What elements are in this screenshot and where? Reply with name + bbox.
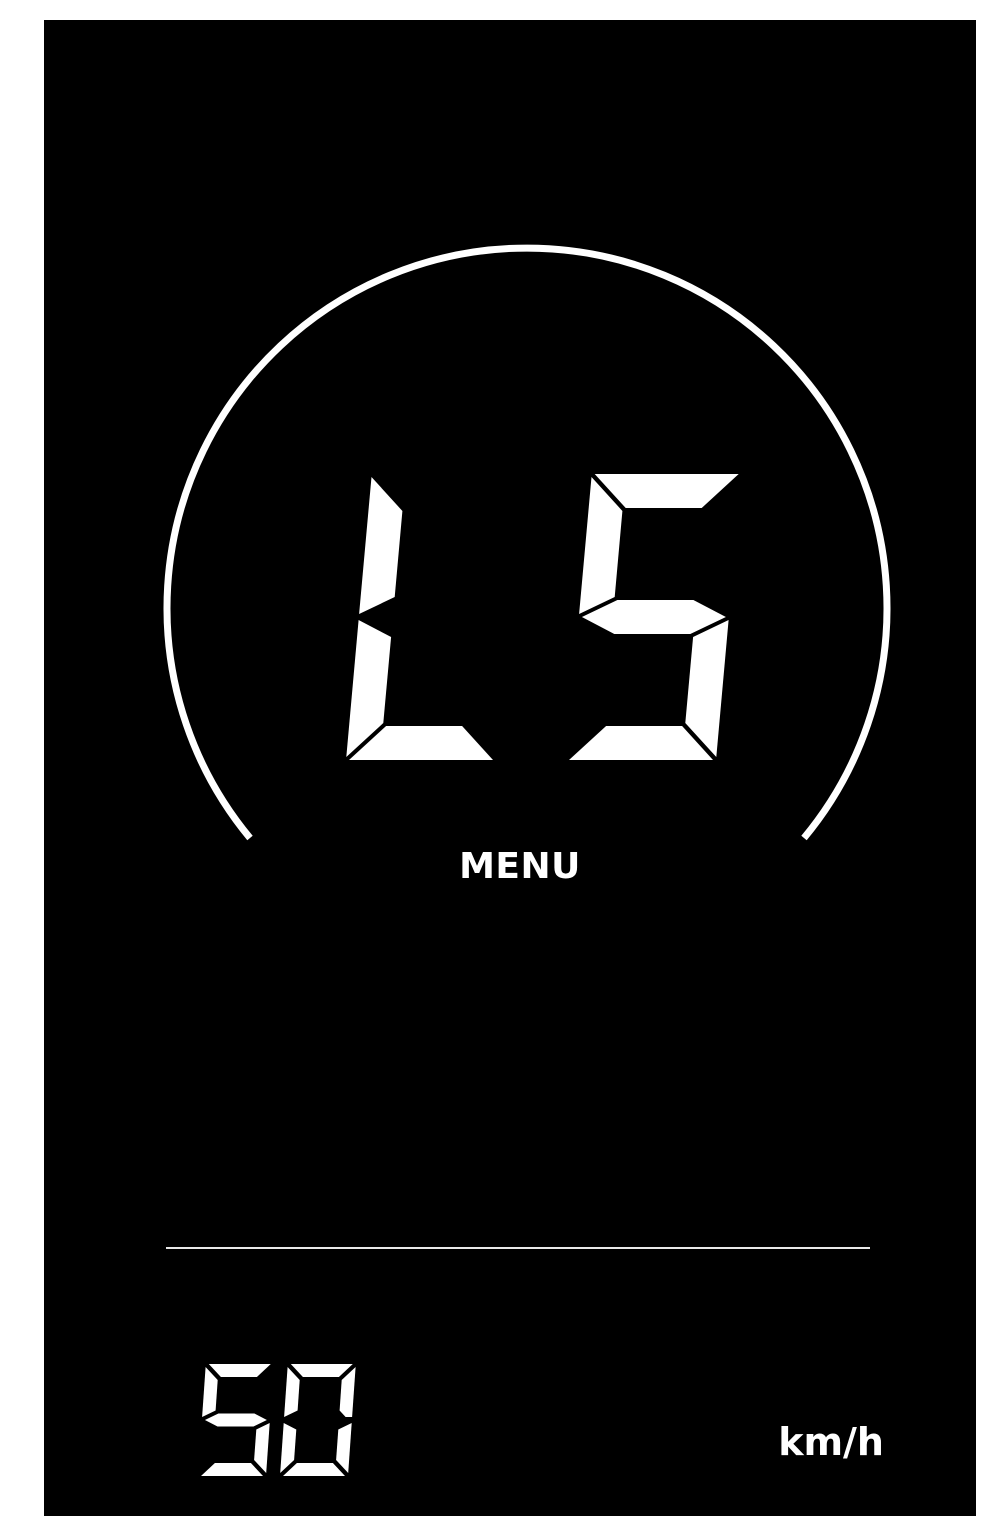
speed-digit-2-segment-f <box>284 1367 300 1417</box>
main-code-display: L5 <box>342 470 742 770</box>
main-code-digit-2-segment-d <box>569 726 713 760</box>
divider-line <box>166 1247 870 1249</box>
main-code-digit-2 <box>569 474 739 760</box>
main-code-digit-1-segment-f <box>359 477 403 614</box>
main-code-digit-2-segment-f <box>579 477 623 614</box>
speed-digit-1 <box>201 1364 271 1476</box>
speed-digit-1-segment-f <box>202 1367 218 1417</box>
main-code-digit-2-segment-a <box>594 474 739 508</box>
main-code-digit-1 <box>346 477 493 760</box>
main-code-digit-2-segment-c <box>685 620 729 757</box>
speed-display: 50 <box>194 1358 364 1488</box>
speed-digit-1-segment-a <box>208 1364 271 1377</box>
speed-digit-2-segment-c <box>336 1423 352 1473</box>
speed-digit-1-segment-g <box>204 1413 267 1427</box>
speed-digit-2-segment-a <box>290 1364 353 1377</box>
main-code-digits <box>346 474 739 760</box>
speed-digit-2-segment-b <box>339 1367 356 1417</box>
speed-digits <box>201 1364 356 1476</box>
speed-digit-1-segment-d <box>201 1463 263 1476</box>
menu-label: MENU <box>459 846 581 887</box>
speed-unit-label: km/h <box>778 1420 884 1464</box>
speed-digit-2-segment-e <box>280 1423 297 1473</box>
lcd-screen: L5 MENU 50 km/h <box>44 20 976 1516</box>
speed-digit-1-segment-c <box>254 1423 270 1473</box>
speed-digit-2-segment-d <box>283 1463 345 1476</box>
speed-digit-2 <box>280 1364 356 1476</box>
main-code-digit-2-segment-g <box>581 600 726 634</box>
